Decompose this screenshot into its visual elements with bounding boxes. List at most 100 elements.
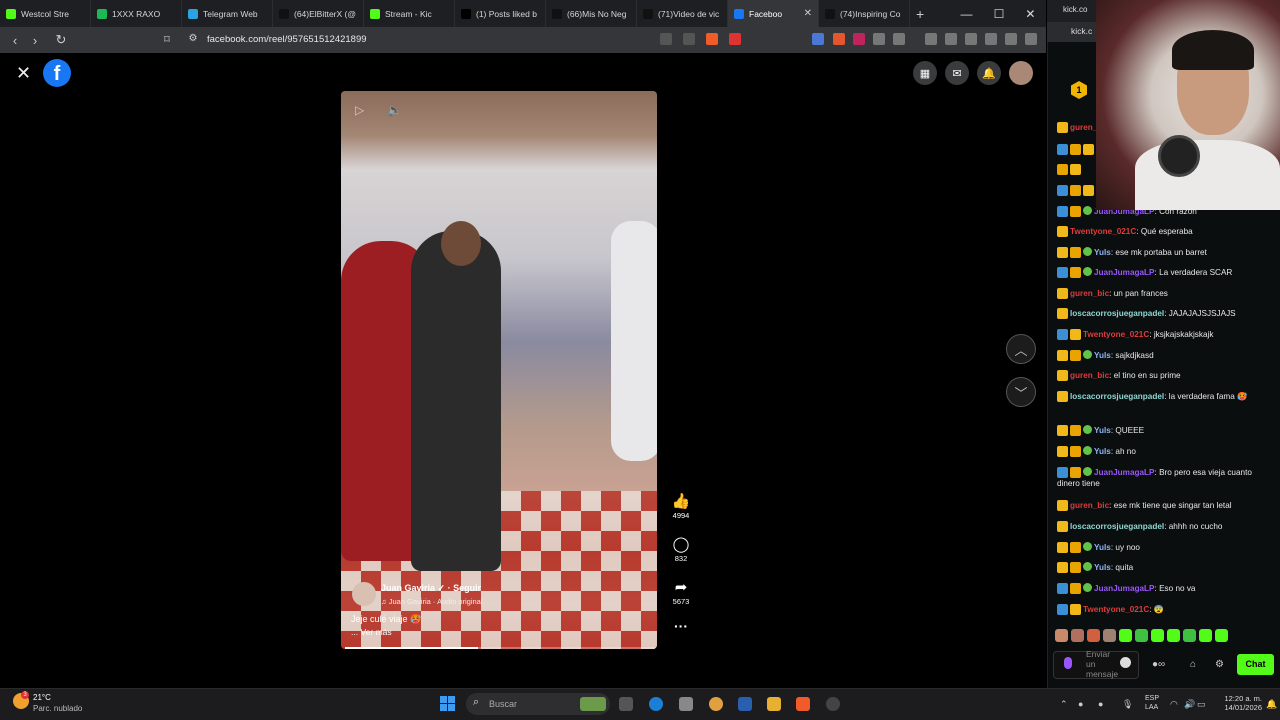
chat-message[interactable]: JuanJumagaLP: Eso no va — [1057, 583, 1272, 595]
chat-message[interactable]: JuanJumagaLP: Bro pero esa vieja cuanto … — [1057, 467, 1272, 489]
file-explorer-icon[interactable] — [767, 697, 781, 711]
chat-username[interactable]: loscacorrosjueganpadel — [1070, 309, 1164, 318]
close-tab-icon[interactable]: ✕ — [804, 8, 812, 19]
emote[interactable] — [1055, 629, 1068, 642]
emote[interactable] — [1199, 629, 1212, 642]
bookmark-icon[interactable]: ⌑ — [157, 33, 177, 46]
extension-icon[interactable] — [893, 33, 905, 45]
emote[interactable] — [1071, 629, 1084, 642]
media-icon[interactable] — [925, 33, 937, 45]
translate-extension-icon[interactable] — [812, 33, 824, 45]
emote[interactable] — [1087, 629, 1100, 642]
extension-icon[interactable] — [833, 33, 845, 45]
chat-message[interactable]: Yuls: ese mk portaba un barret — [1057, 247, 1272, 259]
chat-message[interactable]: Twentyone_021C: jksjkajskakjskajk — [1057, 329, 1272, 341]
chat-username[interactable]: JuanJumagaLP — [1094, 468, 1155, 477]
emote[interactable] — [1183, 629, 1196, 642]
reel-audio[interactable]: ♫ Juan Gaviria · Audio original — [381, 597, 483, 606]
chat-message[interactable]: guren_bic: ese mk tiene que singar tan l… — [1057, 500, 1272, 512]
brave-shield-icon[interactable] — [706, 33, 718, 45]
share-button[interactable]: ➦ 5673 — [668, 578, 694, 606]
reel-author[interactable]: Juan Gaviria ✓ · Seguir — [381, 583, 481, 594]
emote[interactable] — [1167, 629, 1180, 642]
chat-username[interactable]: JuanJumagaLP — [1094, 584, 1155, 593]
chat-message[interactable]: JuanJumagaLP: La verdadera SCAR — [1057, 267, 1272, 279]
emote[interactable] — [1103, 629, 1116, 642]
more-options-icon[interactable]: ··· — [674, 618, 688, 634]
vpn-icon[interactable] — [1005, 33, 1017, 45]
settings-gear-icon[interactable]: ⚙ — [1215, 659, 1224, 670]
store-app-icon[interactable] — [738, 697, 752, 711]
reload-icon[interactable]: ↻ — [51, 32, 71, 48]
menu-icon[interactable] — [1025, 33, 1037, 45]
chat-username[interactable]: Twentyone_021C — [1083, 330, 1149, 339]
leo-icon[interactable] — [985, 33, 997, 45]
chat-username[interactable]: guren_bic — [1070, 289, 1109, 298]
close-icon[interactable]: ✕ — [1025, 7, 1035, 21]
comment-button[interactable]: ◯ 832 — [668, 535, 694, 563]
chat-message[interactable]: loscacorrosjueganpadel: ahhh no cucho — [1057, 521, 1272, 533]
brave-browser-icon[interactable] — [796, 697, 810, 711]
browser-tab[interactable]: (64)ElBitterX (@ — [273, 0, 364, 27]
chat-message[interactable]: guren_bic: un pan frances — [1057, 288, 1272, 300]
chat-username[interactable]: guren_bic — [1070, 371, 1109, 380]
menu-grid-icon[interactable]: ▦ — [913, 61, 937, 85]
chat-message[interactable]: Yuls: QUEEE — [1057, 425, 1272, 437]
chat-message[interactable]: Yuls: uy noo — [1057, 542, 1272, 554]
chat-message[interactable]: Yuls: ah no — [1057, 446, 1272, 458]
clock[interactable]: 12:20 a. m. 14/01/2026 — [1210, 694, 1262, 712]
browser-tab[interactable]: Telegram Web — [182, 0, 273, 27]
language-indicator[interactable]: ESP LAA — [1145, 694, 1159, 712]
chat-username[interactable]: Yuls — [1094, 248, 1111, 257]
send-chat-button[interactable]: Chat — [1237, 654, 1274, 675]
chat-username[interactable]: Yuls — [1094, 563, 1111, 572]
copilot-icon[interactable] — [709, 697, 723, 711]
extensions-puzzle-icon[interactable] — [873, 33, 885, 45]
browser-tab[interactable]: (1) Posts liked b — [455, 0, 546, 27]
tray-app-icon[interactable]: 🎙 — [1122, 699, 1133, 710]
store-icon[interactable]: ⌂ — [1190, 659, 1196, 670]
reel-video[interactable] — [341, 91, 657, 649]
chat-message[interactable]: guren_bic: el tino en su prime — [1057, 370, 1272, 382]
profile-avatar[interactable] — [1009, 61, 1033, 85]
see-more-link[interactable]: ... Ver más — [351, 627, 392, 637]
chat-username[interactable]: JuanJumagaLP — [1094, 268, 1155, 277]
sidebar-icon[interactable] — [945, 33, 957, 45]
back-icon[interactable]: ‹ — [5, 33, 25, 48]
browser-tab[interactable]: (74)Inspiring Co — [819, 0, 910, 27]
brave-rewards-icon[interactable] — [729, 33, 741, 45]
browser-tab[interactable]: Faceboo ✕ — [728, 0, 819, 27]
close-reel-icon[interactable]: ✕ — [16, 63, 31, 84]
chat-message[interactable]: loscacorrosjueganpadel: JAJAJAJSJSJAJS — [1057, 308, 1272, 320]
next-reel-button[interactable]: ﹀ — [1006, 377, 1036, 407]
chat-username[interactable]: guren_ — [1070, 123, 1097, 132]
chat-message[interactable]: Yuls: quita — [1057, 562, 1272, 574]
chat-username[interactable]: Twentyone_021C — [1083, 605, 1149, 614]
previous-reel-button[interactable]: ︿ — [1006, 334, 1036, 364]
obs-icon[interactable] — [826, 697, 840, 711]
tray-app-icon[interactable]: ● — [1098, 699, 1103, 709]
task-view-icon[interactable] — [619, 697, 633, 711]
browser-tab[interactable]: Stream - Kic — [364, 0, 455, 27]
chat-message[interactable]: Twentyone_021C: Qué esperaba — [1057, 226, 1272, 238]
play-icon[interactable]: ▷ — [355, 103, 364, 117]
forward-icon[interactable]: › — [25, 33, 45, 48]
author-avatar[interactable] — [352, 582, 376, 606]
chat-username[interactable]: Yuls — [1094, 447, 1111, 456]
emote[interactable] — [1135, 629, 1148, 642]
commands-icon[interactable]: ●∞ — [1152, 659, 1165, 670]
maximize-icon[interactable]: ☐ — [994, 7, 1005, 21]
edge-icon[interactable] — [649, 697, 663, 711]
chat-username[interactable]: Yuls — [1094, 543, 1111, 552]
facebook-logo[interactable]: f — [43, 59, 71, 87]
chat-username[interactable]: Twentyone_021C — [1070, 227, 1136, 236]
browser-tab[interactable]: Westcol Stre — [0, 0, 91, 27]
emoji-icon[interactable] — [1120, 657, 1131, 668]
extension-icon[interactable] — [853, 33, 865, 45]
tray-app-icon[interactable]: ● — [1078, 699, 1083, 709]
url-field[interactable]: facebook.com/reel/957651512421899 — [207, 34, 367, 45]
battery-icon[interactable]: ▭ — [1197, 699, 1206, 710]
browser-tab[interactable]: (71)Video de vic — [637, 0, 728, 27]
chat-message[interactable]: loscacorrosjueganpadel: la verdadera fam… — [1057, 391, 1272, 403]
snipping-tool-icon[interactable] — [679, 697, 693, 711]
